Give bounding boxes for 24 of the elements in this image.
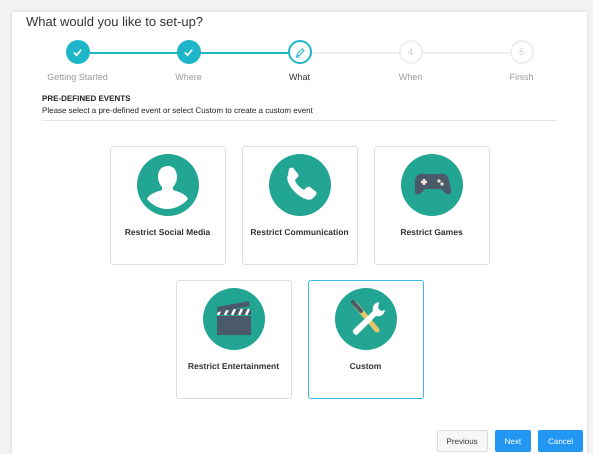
tools-icon (334, 288, 396, 350)
step-label: What (288, 72, 310, 82)
person-icon (136, 154, 198, 216)
page-title: What would you like to set-up? (26, 14, 204, 29)
secondary-button[interactable]: Previous (436, 430, 488, 452)
event-label: Custom (348, 360, 382, 373)
clapper-icon (202, 288, 264, 350)
section-heading: PRE-DEFINED EVENTS (42, 94, 132, 103)
event-label: Restrict Social Media (124, 226, 212, 239)
section-description: Please select a pre-defined event or select Custom to create a custom event (42, 106, 314, 115)
event-card[interactable]: Restrict Entertainment (176, 280, 292, 399)
step-label: When (398, 72, 422, 82)
event-label: Restrict Communication (249, 226, 350, 239)
step-label: Getting Started (47, 72, 108, 82)
phone-icon (268, 154, 330, 216)
step-label: Where (175, 72, 202, 82)
event-label: Restrict Games (399, 226, 464, 239)
event-label: Restrict Entertainment (186, 360, 280, 373)
event-card[interactable]: Restrict Social Media (110, 146, 226, 265)
event-card[interactable]: Restrict Games (374, 146, 490, 265)
event-card[interactable]: Restrict Communication (242, 146, 358, 265)
event-card[interactable]: Custom (308, 280, 424, 399)
gamepad-icon (400, 154, 462, 216)
step-label: Finish (509, 72, 534, 82)
